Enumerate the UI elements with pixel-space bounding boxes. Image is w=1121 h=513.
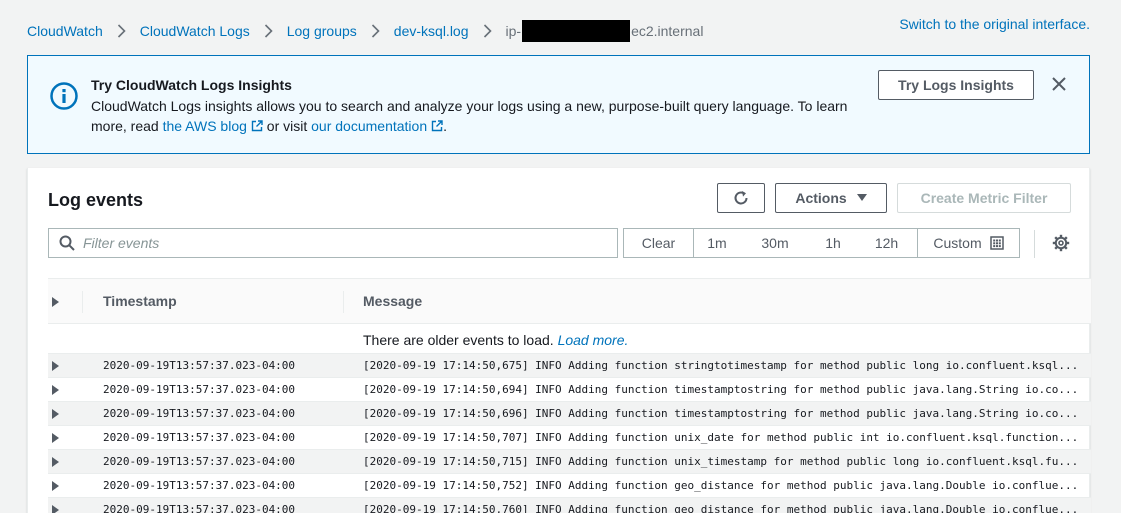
banner-text: CloudWatch Logs insights allows you to s… — [91, 96, 851, 136]
breadcrumb-cloudwatch[interactable]: CloudWatch — [27, 23, 103, 39]
table-row[interactable]: 2020-09-19T13:57:37.023-04:00 [2020-09-19… — [48, 353, 1091, 377]
breadcrumb: CloudWatch CloudWatch Logs Log groups de… — [27, 20, 703, 42]
column-header-timestamp[interactable]: Timestamp — [103, 293, 177, 309]
external-link-icon — [431, 120, 443, 132]
expand-all-caret-icon[interactable] — [52, 297, 59, 307]
range-30m-button[interactable]: 30m — [740, 229, 810, 257]
gear-icon[interactable] — [1052, 234, 1070, 252]
filter-events-input[interactable] — [83, 235, 603, 251]
banner-title: Try CloudWatch Logs Insights — [91, 77, 292, 93]
older-events-notice: There are older events to load. Load mor… — [363, 332, 628, 348]
row-message: [2020-09-19 17:14:50,675] INFO Adding fu… — [363, 359, 1079, 372]
panel-title: Log events — [48, 190, 144, 210]
breadcrumb-log-groups[interactable]: Log groups — [287, 23, 357, 39]
row-message: [2020-09-19 17:14:50,707] INFO Adding fu… — [363, 431, 1079, 444]
expand-row-caret-icon[interactable] — [52, 433, 59, 443]
breadcrumb-log-group[interactable]: dev-ksql.log — [394, 23, 469, 39]
table-header: Timestamp Message — [48, 278, 1091, 324]
try-logs-insights-button[interactable]: Try Logs Insights — [878, 70, 1034, 100]
column-separator — [82, 291, 83, 313]
redaction-bar — [522, 20, 631, 42]
expand-row-caret-icon[interactable] — [52, 505, 59, 513]
row-timestamp: 2020-09-19T13:57:37.023-04:00 — [103, 503, 296, 513]
row-timestamp: 2020-09-19T13:57:37.023-04:00 — [103, 407, 296, 420]
log-events-list: 2020-09-19T13:57:37.023-04:00 [2020-09-19… — [48, 353, 1091, 513]
range-1h-button[interactable]: 1h — [810, 229, 856, 257]
table-row[interactable]: 2020-09-19T13:57:37.023-04:00 [2020-09-19… — [48, 497, 1091, 513]
table-row[interactable]: 2020-09-19T13:57:37.023-04:00 [2020-09-19… — [48, 401, 1091, 425]
actions-label: Actions — [795, 190, 847, 206]
row-timestamp: 2020-09-19T13:57:37.023-04:00 — [103, 431, 296, 444]
column-header-message[interactable]: Message — [363, 293, 422, 309]
row-message: [2020-09-19 17:14:50,694] INFO Adding fu… — [363, 383, 1079, 396]
documentation-link[interactable]: our documentation — [311, 118, 443, 134]
row-message: [2020-09-19 17:14:50,715] INFO Adding fu… — [363, 455, 1079, 468]
load-more-link[interactable]: Load more. — [558, 332, 629, 348]
range-custom-button[interactable]: Custom — [918, 229, 1019, 257]
documentation-link-label: our documentation — [311, 118, 428, 134]
stream-name-prefix: ip- — [505, 23, 522, 39]
expand-row-caret-icon[interactable] — [52, 385, 59, 395]
close-icon[interactable] — [1050, 75, 1068, 93]
row-timestamp: 2020-09-19T13:57:37.023-04:00 — [103, 479, 296, 492]
aws-blog-link-label: the AWS blog — [162, 118, 247, 134]
external-link-icon — [251, 120, 263, 132]
caret-down-icon — [856, 194, 867, 201]
row-timestamp: 2020-09-19T13:57:37.023-04:00 — [103, 359, 296, 372]
calendar-icon — [989, 236, 1004, 250]
row-timestamp: 2020-09-19T13:57:37.023-04:00 — [103, 383, 296, 396]
expand-row-caret-icon[interactable] — [52, 481, 59, 491]
chevron-right-icon — [371, 24, 380, 38]
older-events-text: There are older events to load. — [363, 332, 558, 348]
time-range-selector: Clear 1m 30m 1h 12h Custom — [623, 228, 1020, 258]
banner-text-part: or visit — [262, 118, 312, 134]
log-events-panel: Log events Actions Create Metric Filter … — [27, 168, 1091, 513]
expand-row-caret-icon[interactable] — [52, 457, 59, 467]
refresh-button[interactable] — [717, 183, 765, 213]
row-message: [2020-09-19 17:14:50,760] INFO Adding fu… — [363, 503, 1079, 513]
switch-interface-link[interactable]: Switch to the original interface. — [899, 16, 1090, 32]
table-row[interactable]: 2020-09-19T13:57:37.023-04:00 [2020-09-19… — [48, 425, 1091, 449]
top-bar: CloudWatch CloudWatch Logs Log groups de… — [0, 0, 1121, 56]
breadcrumb-current-stream: ip-ec2.internal — [505, 20, 704, 42]
range-custom-label: Custom — [933, 235, 982, 251]
insights-banner: Try CloudWatch Logs Insights CloudWatch … — [27, 55, 1090, 154]
stream-name-suffix: ec2.internal — [631, 23, 704, 39]
row-message: [2020-09-19 17:14:50,752] INFO Adding fu… — [363, 479, 1079, 492]
row-timestamp: 2020-09-19T13:57:37.023-04:00 — [103, 455, 296, 468]
chevron-right-icon — [117, 24, 126, 38]
column-separator — [343, 291, 344, 313]
table-row[interactable]: 2020-09-19T13:57:37.023-04:00 [2020-09-19… — [48, 449, 1091, 473]
row-message: [2020-09-19 17:14:50,696] INFO Adding fu… — [363, 407, 1079, 420]
expand-row-caret-icon[interactable] — [52, 361, 59, 371]
filter-events-field[interactable] — [48, 228, 618, 258]
table-row[interactable]: 2020-09-19T13:57:37.023-04:00 [2020-09-19… — [48, 473, 1091, 497]
refresh-icon — [734, 191, 748, 205]
chevron-right-icon — [483, 24, 492, 38]
create-metric-filter-button[interactable]: Create Metric Filter — [897, 183, 1071, 213]
banner-text-part: . — [443, 118, 447, 134]
info-icon — [50, 82, 78, 110]
toolbar-divider — [1034, 230, 1035, 258]
range-12h-button[interactable]: 12h — [856, 229, 918, 257]
range-clear-button[interactable]: Clear — [624, 229, 694, 257]
chevron-right-icon — [264, 24, 273, 38]
range-1m-button[interactable]: 1m — [694, 229, 740, 257]
expand-row-caret-icon[interactable] — [52, 409, 59, 419]
search-icon — [59, 235, 75, 251]
table-row[interactable]: 2020-09-19T13:57:37.023-04:00 [2020-09-19… — [48, 377, 1091, 401]
actions-dropdown-button[interactable]: Actions — [775, 183, 887, 213]
breadcrumb-cloudwatch-logs[interactable]: CloudWatch Logs — [140, 23, 250, 39]
aws-blog-link[interactable]: the AWS blog — [163, 118, 263, 134]
